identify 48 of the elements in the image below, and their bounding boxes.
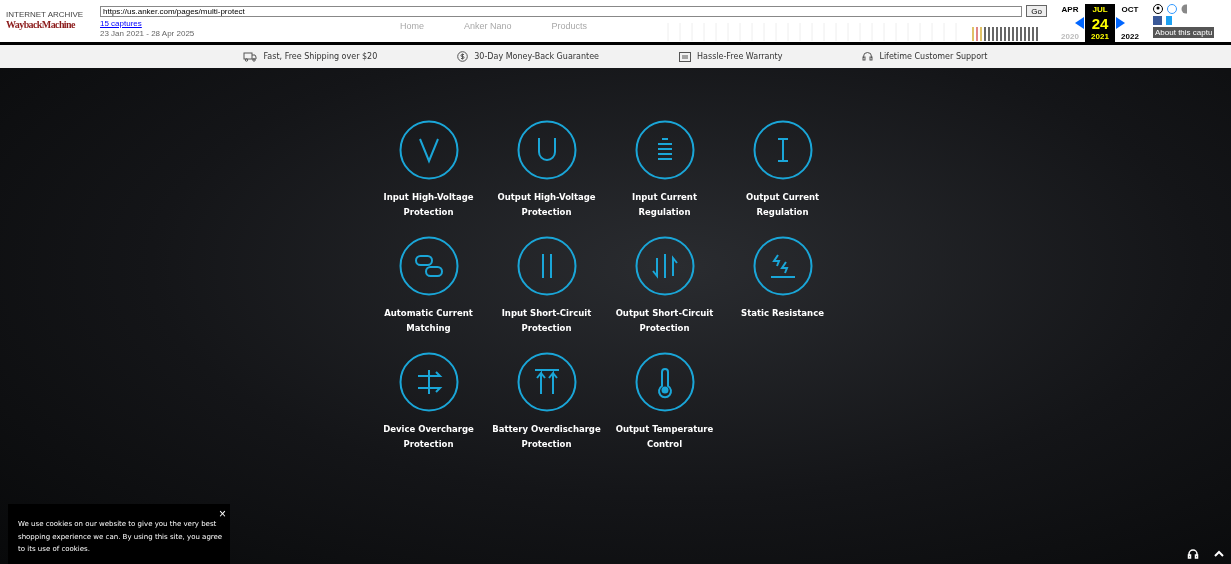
feature-label: Input Short-Circuit Protection: [501, 307, 592, 335]
logo-caption: INTERNET ARCHIVE: [6, 11, 84, 19]
go-button[interactable]: Go: [1026, 5, 1047, 17]
feature-label: Device Overcharge Protection: [383, 423, 474, 451]
headset-icon[interactable]: [1187, 548, 1199, 560]
perk-text: Lifetime Customer Support: [879, 52, 988, 61]
capture-date-range: 23 Jan 2021 - 28 Apr 2025: [100, 29, 196, 38]
letter-u-icon: [516, 120, 577, 180]
about-capture-button[interactable]: About this captu: [1153, 27, 1215, 38]
captures-link[interactable]: 15 captures: [100, 19, 220, 29]
year-link[interactable]: 2022: [1115, 31, 1145, 42]
selected-day: 24: [1085, 15, 1115, 31]
feature-label: Input High-Voltage Protection: [383, 191, 474, 219]
perk-text: 30-Day Money-Back Guarantee: [474, 52, 600, 61]
linked-ovals-icon: [398, 236, 459, 296]
dollar-coin-icon: [457, 51, 469, 62]
opposing-arrows-icon: [634, 236, 695, 296]
url-input[interactable]: https://us.anker.com/pages/multi-protect: [100, 5, 1023, 17]
crossing-arrows-icon: [398, 352, 459, 412]
parallel-lines-icon: [516, 236, 577, 296]
month-link[interactable]: APR: [1055, 4, 1085, 15]
letter-v-icon: [398, 120, 459, 180]
feature-label: Output Temperature Control: [615, 423, 714, 451]
year-link[interactable]: 2021: [1085, 31, 1115, 42]
thermometer-icon: [634, 352, 695, 412]
headset-icon: [862, 51, 874, 62]
truck-icon: [243, 51, 258, 62]
perk-text: Fast, Free Shipping over $20: [263, 52, 378, 61]
perk-text: Hassle-Free Warranty: [697, 52, 783, 61]
lightning-bolts-icon: [752, 236, 813, 296]
wayback-logo[interactable]: WaybackMachine: [6, 19, 75, 31]
warranty-card-icon: [679, 51, 692, 62]
feature-label: Output Short-Circuit Protection: [615, 307, 714, 335]
letter-i-icon: [752, 120, 813, 180]
stacked-lines-icon: [634, 120, 695, 180]
feature-label: Output High-Voltage Protection: [497, 191, 596, 219]
next-arrow-icon[interactable]: [1115, 17, 1125, 29]
feature-label: Static Resistance: [741, 307, 824, 320]
feature-label: Automatic Current Matching: [384, 307, 473, 335]
feature-label: Input Current Regulation: [632, 191, 697, 219]
user-icon[interactable]: [1153, 4, 1163, 14]
feature-label: Battery Overdischarge Protection: [492, 423, 601, 451]
help-icon[interactable]: [1167, 4, 1177, 14]
feature-label: Output Current Regulation: [745, 191, 820, 219]
close-button[interactable]: ×: [219, 507, 226, 521]
month-link[interactable]: JUL: [1085, 4, 1115, 15]
previous-arrow-icon[interactable]: [1075, 17, 1085, 29]
month-link[interactable]: OCT: [1115, 4, 1145, 15]
